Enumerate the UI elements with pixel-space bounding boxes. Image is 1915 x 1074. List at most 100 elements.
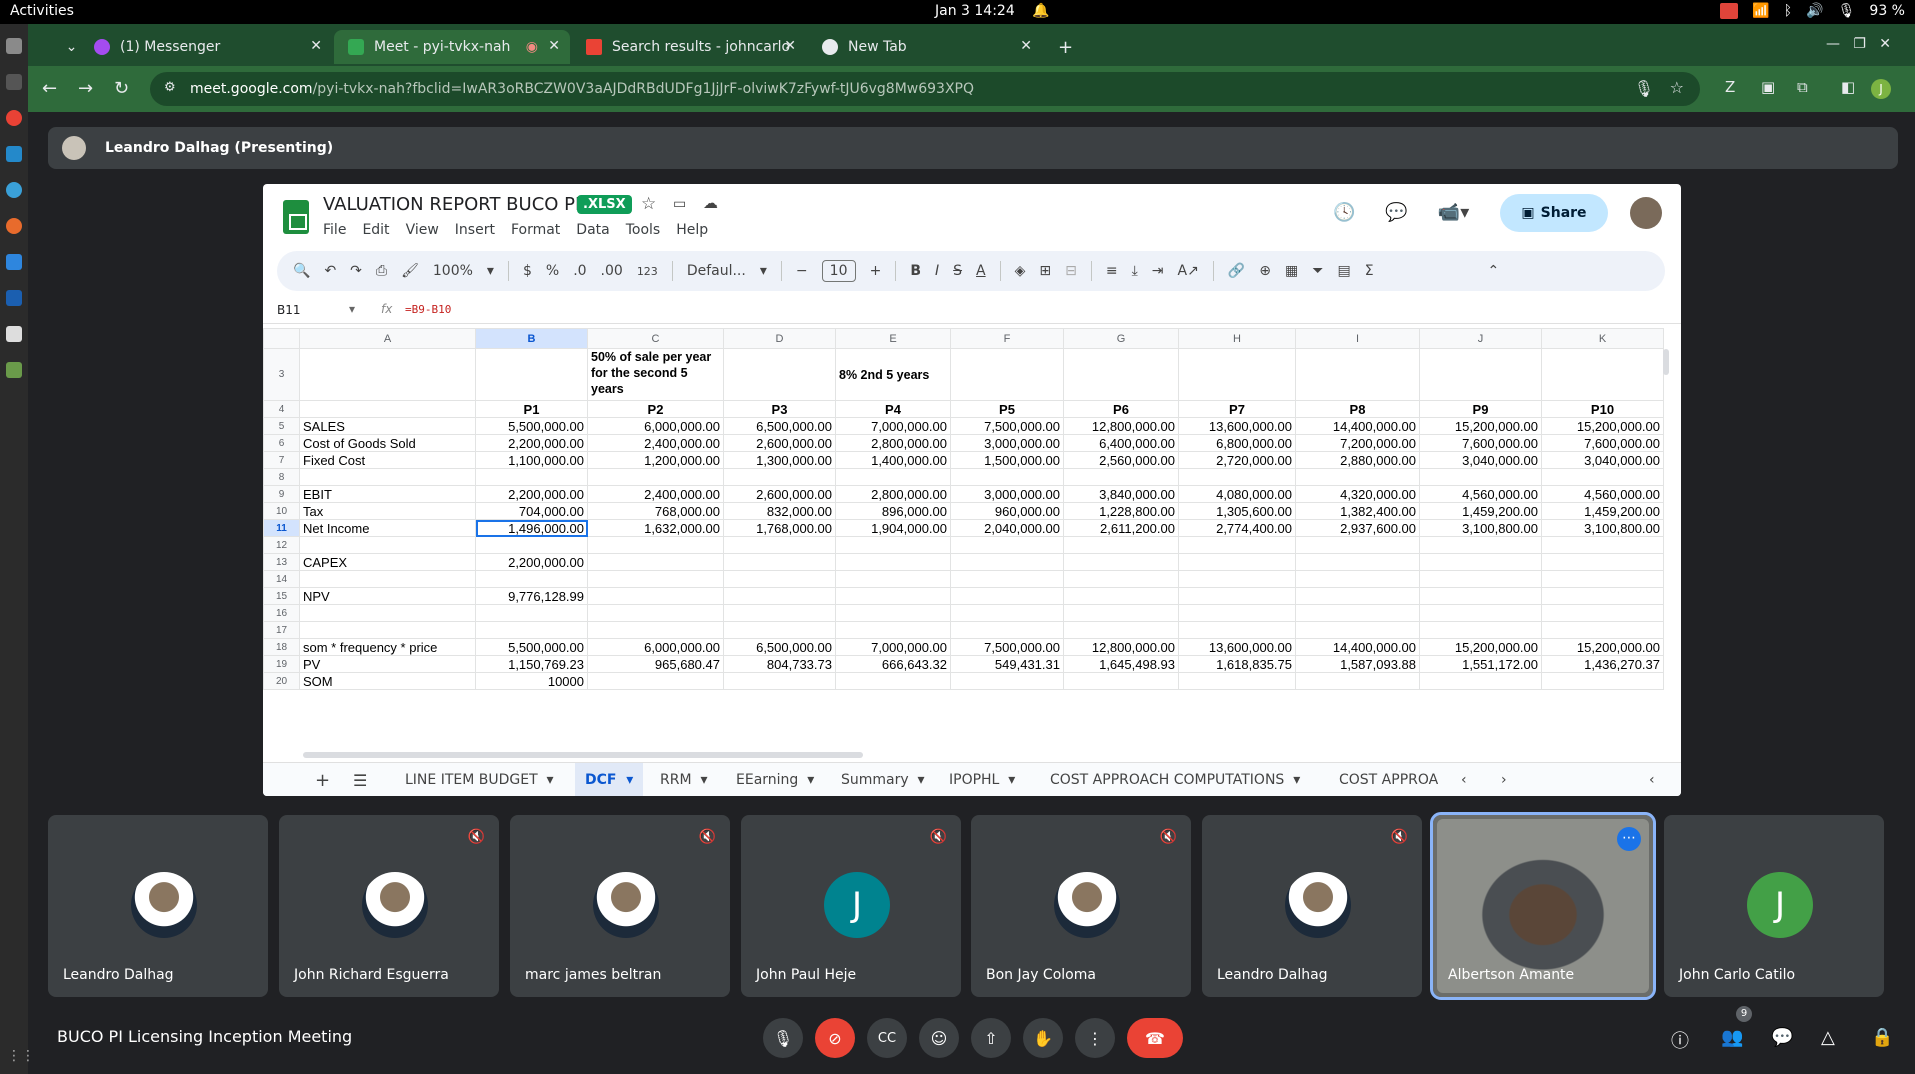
row-header[interactable]: 6 bbox=[263, 434, 300, 452]
cell-c7[interactable]: 1,200,000.00 bbox=[587, 451, 724, 469]
cell-d5[interactable]: 6,500,000.00 bbox=[723, 417, 836, 435]
name-box[interactable]: B11 bbox=[277, 303, 301, 317]
row-header[interactable]: 14 bbox=[263, 570, 300, 588]
cell-e3[interactable]: 8% 2nd 5 years bbox=[835, 348, 951, 401]
cell-i19[interactable]: 1,587,093.88 bbox=[1295, 655, 1420, 673]
cell-g10[interactable]: 1,228,800.00 bbox=[1063, 502, 1179, 520]
undo-icon[interactable]: ↶ bbox=[324, 263, 336, 279]
cell-g9[interactable]: 3,840,000.00 bbox=[1063, 485, 1179, 503]
cell-a10[interactable]: Tax bbox=[299, 502, 476, 520]
cell-g8[interactable] bbox=[1063, 468, 1179, 486]
menu-data[interactable]: Data bbox=[576, 222, 609, 238]
tab-summary[interactable]: Summary ▾ bbox=[831, 763, 935, 796]
extension-icon[interactable]: Z bbox=[1725, 78, 1735, 96]
cell-c12[interactable] bbox=[587, 536, 724, 554]
menu-format[interactable]: Format bbox=[511, 222, 560, 238]
camera-off-button[interactable]: ⊘ bbox=[815, 1018, 855, 1058]
row-header[interactable]: 3 bbox=[263, 348, 300, 401]
cell-c14[interactable] bbox=[587, 570, 724, 588]
cell-j10[interactable]: 1,459,200.00 bbox=[1419, 502, 1542, 520]
cell-f18[interactable]: 7,500,000.00 bbox=[950, 638, 1064, 656]
files-icon[interactable] bbox=[6, 38, 22, 54]
cell-g7[interactable]: 2,560,000.00 bbox=[1063, 451, 1179, 469]
cell-k4[interactable]: P10 bbox=[1541, 400, 1664, 418]
address-bar[interactable]: ⚙ meet.google.com/pyi-tvkx-nah?fbclid=Iw… bbox=[150, 72, 1700, 106]
tab-cost-approach[interactable]: COST APPROA bbox=[1329, 763, 1439, 796]
column-header-i[interactable]: I bbox=[1295, 328, 1420, 349]
menu-help[interactable]: Help bbox=[676, 222, 708, 238]
cell-h8[interactable] bbox=[1178, 468, 1296, 486]
cell-d18[interactable]: 6,500,000.00 bbox=[723, 638, 836, 656]
cell-b15[interactable]: 9,776,128.99 bbox=[475, 587, 588, 605]
row-header[interactable]: 8 bbox=[263, 468, 300, 486]
row-header[interactable]: 5 bbox=[263, 417, 300, 435]
borders-icon[interactable]: ⊞ bbox=[1039, 263, 1051, 279]
cell-a12[interactable] bbox=[299, 536, 476, 554]
cell-f15[interactable] bbox=[950, 587, 1064, 605]
cell-b18[interactable]: 5,500,000.00 bbox=[475, 638, 588, 656]
cell-f3[interactable] bbox=[950, 348, 1064, 401]
sheets-logo-icon[interactable] bbox=[283, 200, 309, 234]
people-icon[interactable]: 👥 bbox=[1721, 1027, 1743, 1048]
reload-icon[interactable]: ↻ bbox=[114, 78, 129, 99]
redo-icon[interactable]: ↷ bbox=[350, 263, 362, 279]
cast-icon[interactable]: ▣ bbox=[1761, 78, 1775, 96]
meeting-info-icon[interactable]: ⓘ bbox=[1671, 1027, 1689, 1053]
raise-hand-button[interactable]: ✋ bbox=[1023, 1018, 1063, 1058]
insert-link-icon[interactable]: 🔗 bbox=[1228, 263, 1245, 279]
filter-icon[interactable]: ⏷ bbox=[1312, 263, 1323, 279]
mic-icon[interactable]: 🎙 bbox=[1634, 79, 1654, 98]
cell-c13[interactable] bbox=[587, 553, 724, 571]
microphone-button[interactable]: 🎙 bbox=[763, 1018, 803, 1058]
cell-j12[interactable] bbox=[1419, 536, 1542, 554]
participant-tile[interactable]: 🔇 Leandro Dalhag bbox=[1202, 815, 1422, 997]
column-header-a[interactable]: A bbox=[299, 328, 476, 349]
participant-tile[interactable]: Leandro Dalhag bbox=[48, 815, 268, 997]
cell-j18[interactable]: 15,200,000.00 bbox=[1419, 638, 1542, 656]
avatar[interactable] bbox=[1630, 197, 1662, 229]
cell-d4[interactable]: P3 bbox=[723, 400, 836, 418]
cell-b7[interactable]: 1,100,000.00 bbox=[475, 451, 588, 469]
cell-g6[interactable]: 6,400,000.00 bbox=[1063, 434, 1179, 452]
cell-h17[interactable] bbox=[1178, 621, 1296, 639]
cell-h6[interactable]: 6,800,000.00 bbox=[1178, 434, 1296, 452]
text-wrap-icon[interactable]: ⇥ bbox=[1152, 263, 1164, 279]
cell-b6[interactable]: 2,200,000.00 bbox=[475, 434, 588, 452]
cell-a4[interactable] bbox=[299, 400, 476, 418]
cell-h10[interactable]: 1,305,600.00 bbox=[1178, 502, 1296, 520]
percent-format-icon[interactable]: % bbox=[546, 263, 559, 279]
cell-f16[interactable] bbox=[950, 604, 1064, 622]
host-controls-icon[interactable]: 🔒 bbox=[1871, 1027, 1893, 1048]
cell-f17[interactable] bbox=[950, 621, 1064, 639]
cell-j19[interactable]: 1,551,172.00 bbox=[1419, 655, 1542, 673]
cell-b19[interactable]: 1,150,769.23 bbox=[475, 655, 588, 673]
select-all-corner[interactable] bbox=[263, 328, 300, 349]
cell-a11[interactable]: Net Income bbox=[299, 519, 476, 537]
cell-f9[interactable]: 3,000,000.00 bbox=[950, 485, 1064, 503]
meet-call-icon[interactable]: 📹▾ bbox=[1438, 202, 1469, 223]
cell-g12[interactable] bbox=[1063, 536, 1179, 554]
cell-d13[interactable] bbox=[723, 553, 836, 571]
cell-d16[interactable] bbox=[723, 604, 836, 622]
cell-h14[interactable] bbox=[1178, 570, 1296, 588]
insert-chart-icon[interactable]: ▦ bbox=[1285, 263, 1298, 279]
share-button[interactable]: ▣ Share bbox=[1500, 194, 1608, 232]
cell-k7[interactable]: 3,040,000.00 bbox=[1541, 451, 1664, 469]
tab-meet[interactable]: Meet - pyi-tvkx-nah ◉ ✕ bbox=[334, 30, 570, 64]
horizontal-align-icon[interactable]: ≡ bbox=[1106, 263, 1118, 279]
cell-i8[interactable] bbox=[1295, 468, 1420, 486]
cell-g5[interactable]: 12,800,000.00 bbox=[1063, 417, 1179, 435]
cell-f11[interactable]: 2,040,000.00 bbox=[950, 519, 1064, 537]
row-header[interactable]: 20 bbox=[263, 672, 300, 690]
cell-k9[interactable]: 4,560,000.00 bbox=[1541, 485, 1664, 503]
close-icon[interactable]: ✕ bbox=[310, 38, 322, 54]
cell-e9[interactable]: 2,800,000.00 bbox=[835, 485, 951, 503]
column-header-h[interactable]: H bbox=[1178, 328, 1296, 349]
cell-a6[interactable]: Cost of Goods Sold bbox=[299, 434, 476, 452]
cell-a19[interactable]: PV bbox=[299, 655, 476, 673]
cell-a9[interactable]: EBIT bbox=[299, 485, 476, 503]
cell-d3[interactable] bbox=[723, 348, 836, 401]
cell-c5[interactable]: 6,000,000.00 bbox=[587, 417, 724, 435]
cell-i3[interactable] bbox=[1295, 348, 1420, 401]
app-icon[interactable] bbox=[6, 182, 22, 198]
